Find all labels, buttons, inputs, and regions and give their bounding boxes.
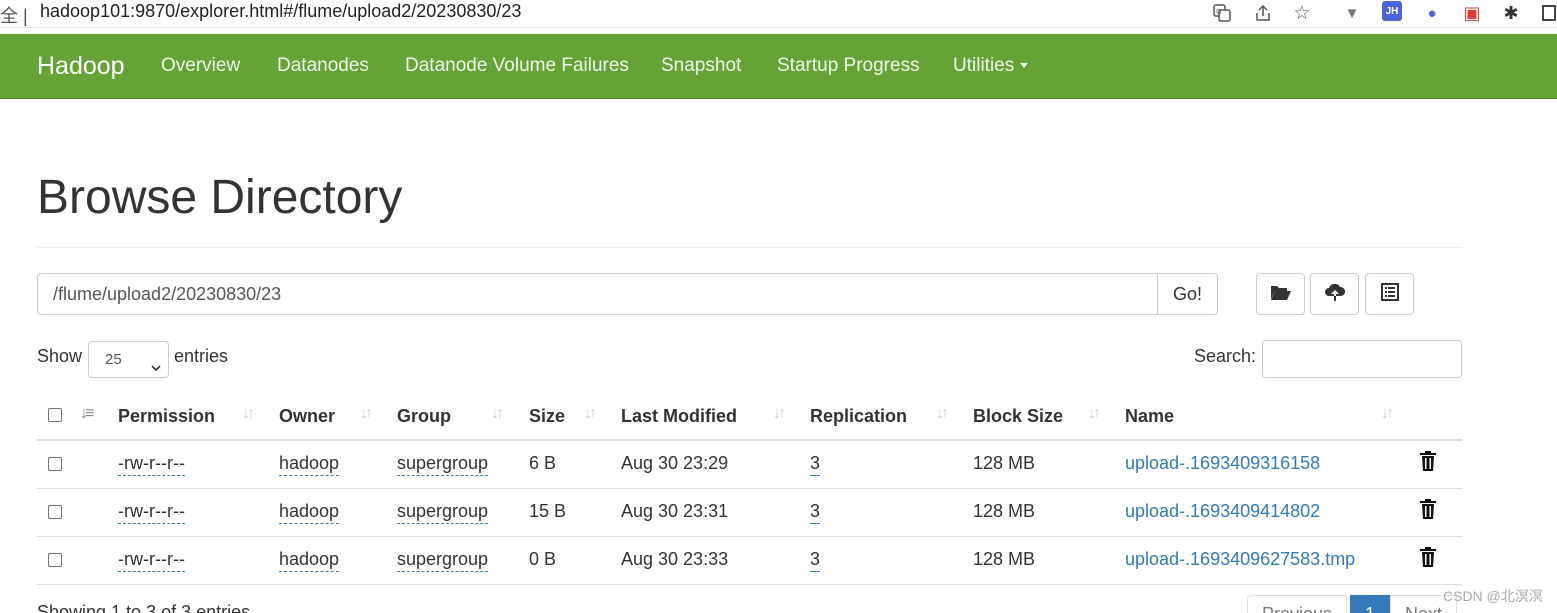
file-name-link[interactable]: upload-.1693409414802 xyxy=(1125,501,1320,522)
column-group[interactable]: Group xyxy=(397,406,451,427)
title-divider xyxy=(37,247,1462,248)
nav-overview[interactable]: Overview xyxy=(161,55,240,77)
sort-icon[interactable]: ↓↑ xyxy=(1088,405,1101,423)
nav-datanodes[interactable]: Datanodes xyxy=(277,55,369,77)
size-cell: 15 B xyxy=(529,501,567,521)
search-input[interactable] xyxy=(1262,340,1462,378)
block-size-cell: 128 MB xyxy=(973,549,1036,569)
page-size-select[interactable]: 25 xyxy=(88,341,169,378)
extensions-puzzle-icon[interactable]: ✱ xyxy=(1500,2,1522,24)
nav-utilities-label: Utilities xyxy=(953,55,1015,76)
owner-cell[interactable]: hadoop xyxy=(279,453,340,476)
modified-cell: Aug 30 23:31 xyxy=(621,501,729,521)
column-last-modified[interactable]: Last Modified xyxy=(621,406,737,427)
column-owner[interactable]: Owner xyxy=(279,406,335,427)
trash-icon[interactable] xyxy=(1420,547,1436,572)
page-size-value: 25 xyxy=(105,351,122,368)
nav-snapshot[interactable]: Snapshot xyxy=(661,55,741,77)
upload-files-button[interactable] xyxy=(1310,273,1359,315)
owner-cell[interactable]: hadoop xyxy=(279,549,340,572)
sort-icon[interactable]: ↓↑ xyxy=(491,405,504,423)
security-label: 全 | xyxy=(0,6,28,26)
bookmark-star-icon[interactable]: ☆ xyxy=(1291,2,1313,24)
permission-cell[interactable]: -rw-r--r-- xyxy=(118,549,185,572)
entries-label: entries xyxy=(174,346,229,366)
nav-datanode-volume-failures[interactable]: Datanode Volume Failures xyxy=(405,55,629,77)
replication-cell[interactable]: 3 xyxy=(810,549,821,572)
trash-icon[interactable] xyxy=(1420,499,1436,524)
cloud-upload-icon xyxy=(1324,282,1346,307)
sort-icon[interactable]: ↓↑ xyxy=(242,405,255,423)
trash-icon[interactable] xyxy=(1420,451,1436,476)
sort-icon[interactable]: ↓↑ xyxy=(584,405,597,423)
column-replication[interactable]: Replication xyxy=(810,406,907,427)
svg-text:G: G xyxy=(1216,8,1221,16)
block-size-cell: 128 MB xyxy=(973,453,1036,473)
page-title: Browse Directory xyxy=(37,171,403,224)
pagination-previous[interactable]: Previous xyxy=(1247,595,1348,613)
url-host: hadoop101 xyxy=(40,1,131,21)
group-cell[interactable]: supergroup xyxy=(397,453,489,476)
jh-extension-icon[interactable]: JH xyxy=(1382,1,1402,21)
replication-cell[interactable]: 3 xyxy=(810,453,821,476)
vue-devtools-icon[interactable]: ▼ xyxy=(1341,2,1363,24)
sort-icon[interactable]: ↓↑ xyxy=(1381,405,1394,423)
list-alt-icon xyxy=(1380,282,1399,306)
row-checkbox[interactable] xyxy=(48,505,62,519)
row-checkbox[interactable] xyxy=(48,457,62,471)
row-divider xyxy=(37,488,1462,489)
modified-cell: Aug 30 23:29 xyxy=(621,453,729,473)
navbar-brand[interactable]: Hadoop xyxy=(37,52,125,81)
directory-path-input[interactable]: /flume/upload2/20230830/23 xyxy=(37,273,1158,315)
nav-utilities-dropdown[interactable]: Utilities xyxy=(953,55,1029,77)
row-divider xyxy=(37,584,1462,585)
sort-icon[interactable]: ↓↑ xyxy=(773,405,786,423)
column-permission[interactable]: Permission xyxy=(118,406,215,427)
share-icon[interactable] xyxy=(1252,2,1274,24)
chevron-down-icon xyxy=(150,352,162,387)
permission-cell[interactable]: -rw-r--r-- xyxy=(118,453,185,476)
url-field[interactable]: hadoop101:9870/explorer.html#/flume/uplo… xyxy=(40,1,521,22)
create-directory-button[interactable] xyxy=(1256,273,1305,315)
row-checkbox[interactable] xyxy=(48,553,62,567)
column-block-size[interactable]: Block Size xyxy=(973,406,1063,427)
nav-startup-progress[interactable]: Startup Progress xyxy=(777,55,920,77)
block-size-cell: 128 MB xyxy=(973,501,1036,521)
group-cell[interactable]: supergroup xyxy=(397,549,489,572)
header-divider xyxy=(37,439,1462,441)
table-info: Showing 1 to 3 of 3 entries xyxy=(37,602,251,613)
replication-cell[interactable]: 3 xyxy=(810,501,821,524)
sort-desc-icon[interactable]: ↓≡ xyxy=(80,405,94,423)
window-icon[interactable] xyxy=(1538,2,1557,24)
sort-icon[interactable]: ↓↑ xyxy=(360,405,373,423)
translate-icon[interactable]: G xyxy=(1211,2,1233,24)
url-path: :9870/explorer.html#/flume/upload2/20230… xyxy=(130,1,522,21)
modified-cell: Aug 30 23:33 xyxy=(621,549,729,569)
cut-paste-button[interactable] xyxy=(1365,273,1414,315)
file-name-link[interactable]: upload-.1693409627583.tmp xyxy=(1125,549,1355,570)
coins-extension-icon[interactable]: ● xyxy=(1421,2,1443,24)
column-size[interactable]: Size xyxy=(529,406,565,427)
file-name-link[interactable]: upload-.1693409316158 xyxy=(1125,453,1320,474)
column-name[interactable]: Name xyxy=(1125,406,1174,427)
row-divider xyxy=(37,536,1462,537)
go-button[interactable]: Go! xyxy=(1157,273,1218,315)
size-cell: 6 B xyxy=(529,453,557,473)
size-cell: 0 B xyxy=(529,549,557,569)
navbar: Hadoop Overview Datanodes Datanode Volum… xyxy=(0,34,1557,99)
pagination-page-1[interactable]: 1 xyxy=(1350,595,1391,613)
browser-address-bar: 全 | hadoop101:9870/explorer.html#/flume/… xyxy=(0,0,1557,28)
group-cell[interactable]: supergroup xyxy=(397,501,489,524)
search-label: Search: xyxy=(1194,346,1257,366)
permission-cell[interactable]: -rw-r--r-- xyxy=(118,501,185,524)
caret-down-icon xyxy=(1020,63,1029,69)
folder-open-icon xyxy=(1270,283,1292,306)
watermark: CSDN @北溟溟 xyxy=(1443,588,1543,604)
show-label: Show xyxy=(37,346,83,366)
sort-icon[interactable]: ↓↑ xyxy=(936,405,949,423)
dice-extension-icon[interactable]: ▣ xyxy=(1461,2,1483,24)
select-all-checkbox[interactable] xyxy=(48,408,62,422)
owner-cell[interactable]: hadoop xyxy=(279,501,340,524)
